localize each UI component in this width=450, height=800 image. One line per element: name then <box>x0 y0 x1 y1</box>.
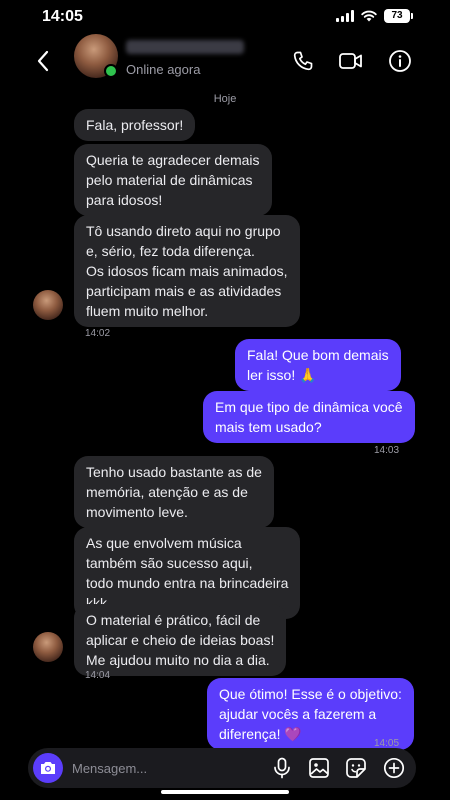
video-call-button[interactable] <box>336 46 366 76</box>
message-timestamp: 14:03 <box>374 445 400 456</box>
contact-name-blurred[interactable] <box>126 40 244 54</box>
status-icons: 73 <box>336 9 413 23</box>
camera-button[interactable] <box>33 753 63 783</box>
sticker-button[interactable] <box>344 756 368 780</box>
sender-avatar[interactable] <box>33 290 63 320</box>
online-status: Online agora <box>126 62 201 77</box>
message-timestamp: 14:04 <box>85 670 111 681</box>
call-button[interactable] <box>288 46 318 76</box>
message-bubble-incoming[interactable]: Fala, professor! <box>74 109 196 141</box>
chat-header: Online agora <box>0 34 450 88</box>
date-separator: Hoje <box>213 93 237 105</box>
message-bubble-incoming[interactable]: Tô usando direto aqui no grupo e, sério,… <box>74 215 300 327</box>
online-indicator <box>104 64 118 78</box>
microphone-icon <box>274 757 290 779</box>
message-bubble-incoming[interactable]: Tenho usado bastante as de memória, aten… <box>74 456 274 528</box>
more-options-button[interactable] <box>382 756 406 780</box>
voice-message-button[interactable] <box>270 756 294 780</box>
camera-icon <box>41 762 55 774</box>
message-input[interactable] <box>72 758 232 778</box>
message-timestamp: 14:02 <box>85 328 111 339</box>
home-indicator[interactable] <box>161 790 289 794</box>
chevron-left-icon <box>37 50 49 72</box>
plus-circle-icon <box>383 757 405 779</box>
phone-icon <box>293 51 313 71</box>
message-bubble-incoming[interactable]: Queria te agradecer demais pelo material… <box>74 144 272 216</box>
signal-icon <box>336 10 354 22</box>
video-camera-icon <box>339 53 362 69</box>
gallery-button[interactable] <box>307 756 331 780</box>
message-list[interactable]: Hoje Fala, professor! Queria te agradece… <box>0 88 450 750</box>
gallery-icon <box>309 758 329 778</box>
message-bubble-outgoing[interactable]: Fala! Que bom demais ler isso! 🙏 <box>235 339 401 391</box>
battery-icon: 73 <box>384 9 413 23</box>
status-bar: 14:05 73 <box>0 0 450 34</box>
back-button[interactable] <box>30 46 56 76</box>
wifi-icon <box>361 10 377 22</box>
message-bubble-outgoing[interactable]: Em que tipo de dinâmica você mais tem us… <box>203 391 415 443</box>
info-button[interactable] <box>385 46 415 76</box>
info-icon <box>389 50 411 72</box>
message-composer <box>28 748 416 788</box>
status-time: 14:05 <box>42 8 83 25</box>
message-bubble-incoming[interactable]: O material é prático, fácil de aplicar e… <box>74 604 287 676</box>
sticker-icon <box>346 758 366 778</box>
sender-avatar[interactable] <box>33 632 63 662</box>
